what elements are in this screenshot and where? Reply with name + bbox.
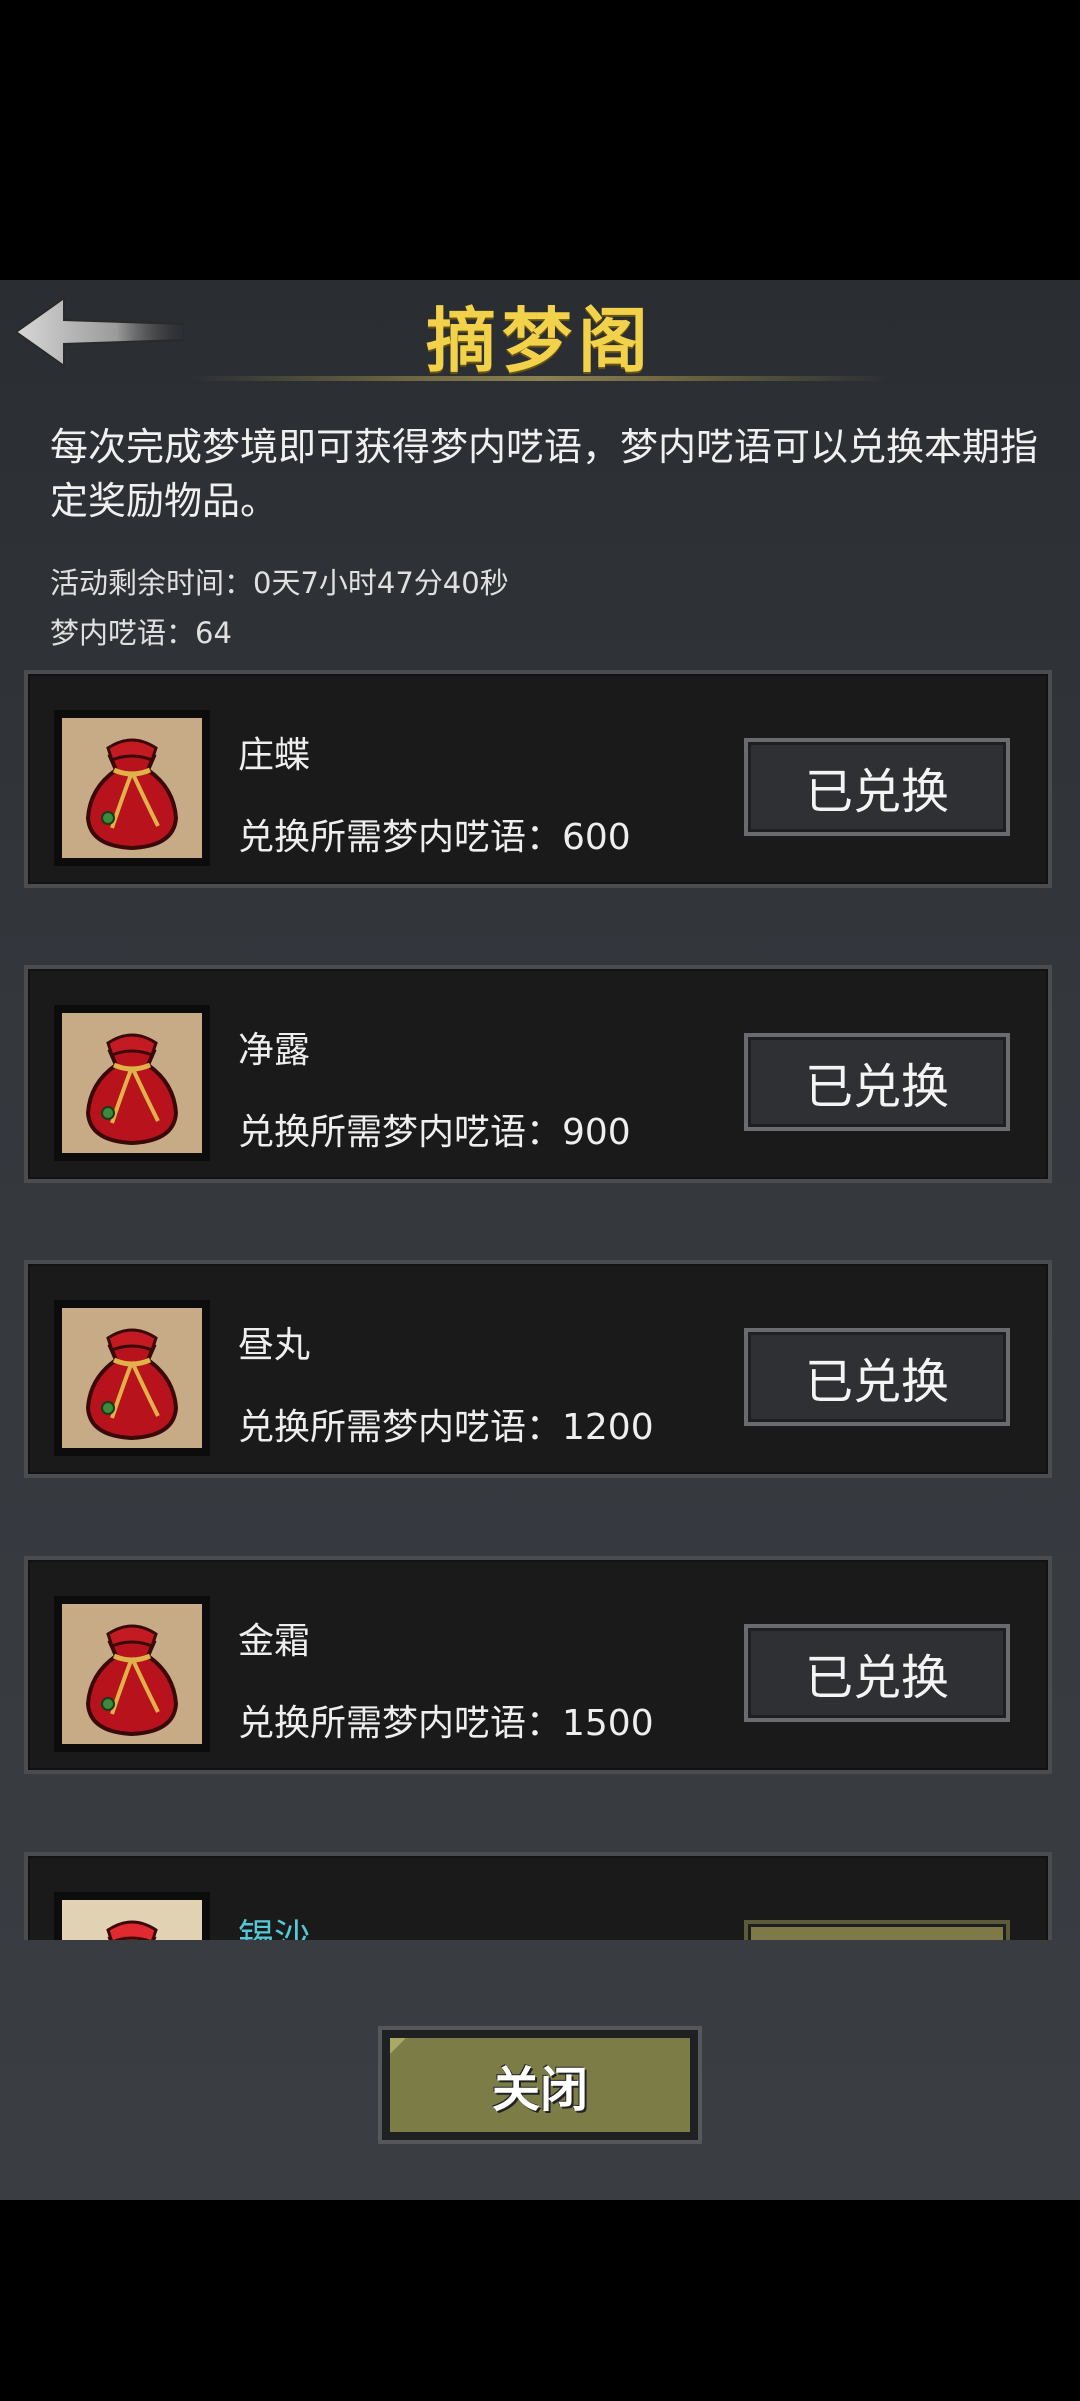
reward-card: 庄蝶 兑换所需梦内呓语：600 已兑换 <box>24 670 1052 888</box>
item-name: 净露 <box>238 1030 311 1071</box>
title-divider <box>190 376 890 381</box>
item-cost: 兑换所需梦内呓语：600 <box>238 817 631 858</box>
close-button[interactable]: 关闭 <box>378 2026 702 2144</box>
reward-card: 锡沙 <box>24 1852 1052 1940</box>
redeemed-button[interactable]: 已兑换 <box>744 1033 1010 1131</box>
item-cost: 兑换所需梦内呓语：1500 <box>238 1703 654 1744</box>
reward-card: 净露 兑换所需梦内呓语：900 已兑换 <box>24 965 1052 1183</box>
currency-count: 梦内呓语：64 <box>50 616 232 650</box>
item-thumbnail <box>54 710 210 866</box>
item-cost: 兑换所需梦内呓语：900 <box>238 1112 631 1153</box>
item-name: 庄蝶 <box>238 735 311 776</box>
time-remaining: 活动剩余时间：0天7小时47分40秒 <box>50 566 509 600</box>
reward-list[interactable]: 庄蝶 兑换所需梦内呓语：600 已兑换 净露 兑换所需梦内呓语：900 已兑换 … <box>0 668 1080 1940</box>
event-description: 每次完成梦境即可获得梦内呓语，梦内呓语可以兑换本期指定奖励物品。 <box>50 425 1039 523</box>
red-pouch-icon <box>85 1033 179 1146</box>
item-thumbnail <box>54 1892 210 1940</box>
red-pouch-icon <box>106 1920 158 1940</box>
item-name: 锡沙 <box>238 1917 311 1940</box>
item-name: 昼丸 <box>238 1325 311 1366</box>
redeemed-button[interactable]: 已兑换 <box>744 738 1010 836</box>
reward-card: 金霜 兑换所需梦内呓语：1500 已兑换 <box>24 1556 1052 1774</box>
item-thumbnail <box>54 1005 210 1161</box>
red-pouch-icon <box>85 1624 179 1737</box>
reward-card: 昼丸 兑换所需梦内呓语：1200 已兑换 <box>24 1260 1052 1478</box>
red-pouch-icon <box>85 738 179 851</box>
red-pouch-icon <box>85 1328 179 1441</box>
redeemed-button[interactable]: 已兑换 <box>744 1328 1010 1426</box>
redeemed-button[interactable]: 已兑换 <box>744 1624 1010 1722</box>
item-name: 金霜 <box>238 1621 311 1662</box>
page-title: 摘梦阁 <box>426 299 654 382</box>
item-thumbnail <box>54 1300 210 1456</box>
redeem-button[interactable] <box>744 1920 1010 1940</box>
close-button-label: 关闭 <box>491 2062 588 2118</box>
item-cost: 兑换所需梦内呓语：1200 <box>238 1407 654 1448</box>
item-thumbnail <box>54 1596 210 1752</box>
